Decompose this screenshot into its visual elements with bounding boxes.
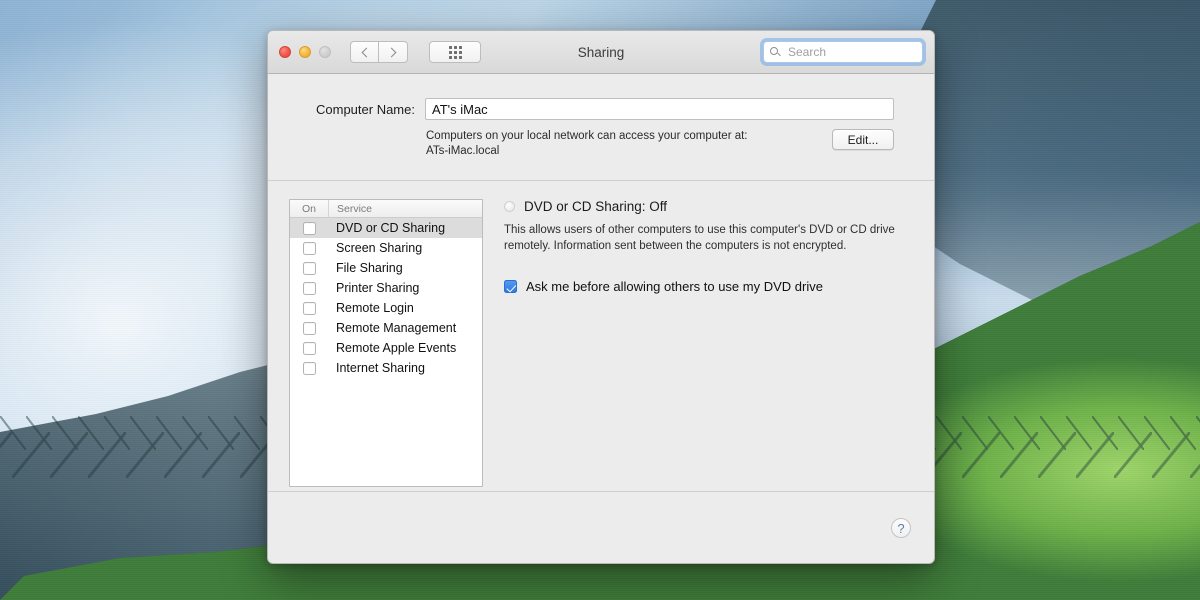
section-divider-bottom (268, 491, 934, 492)
service-name-label: Internet Sharing (328, 361, 425, 375)
search-container (763, 41, 923, 63)
chevron-left-icon (361, 47, 371, 57)
service-name-label: DVD or CD Sharing (328, 221, 445, 235)
service-name-label: File Sharing (328, 261, 403, 275)
forward-button[interactable] (379, 41, 408, 63)
status-off-indicator (504, 201, 515, 212)
hostname-row: Computers on your local network can acce… (268, 129, 934, 159)
traffic-light-group (279, 46, 331, 58)
service-row[interactable]: Screen Sharing (290, 238, 482, 258)
search-icon (770, 47, 781, 58)
service-row[interactable]: Remote Management (290, 318, 482, 338)
service-detail-header: DVD or CD Sharing: Off (504, 199, 910, 214)
hostname-description: Computers on your local network can acce… (426, 129, 822, 159)
ask-before-allowing-row[interactable]: Ask me before allowing others to use my … (504, 279, 910, 294)
zoom-button (319, 46, 331, 58)
navigation-button-group (350, 41, 408, 63)
service-enable-checkbox[interactable] (303, 222, 316, 235)
service-enable-checkbox[interactable] (303, 282, 316, 295)
grid-dots-icon (449, 46, 462, 59)
service-checkbox-cell (290, 322, 328, 335)
search-input[interactable] (786, 43, 906, 61)
column-header-on: On (290, 203, 328, 215)
window-titlebar[interactable]: Sharing (268, 31, 934, 74)
computer-name-input[interactable] (425, 98, 894, 120)
ask-before-allowing-label: Ask me before allowing others to use my … (526, 279, 823, 294)
service-enable-checkbox[interactable] (303, 302, 316, 315)
edit-button[interactable]: Edit... (832, 129, 894, 150)
service-list[interactable]: On Service DVD or CD Sharing Screen Shari… (289, 199, 483, 487)
service-checkbox-cell (290, 342, 328, 355)
ask-before-allowing-checkbox[interactable] (504, 280, 517, 293)
hostname-description-line1: Computers on your local network can acce… (426, 129, 822, 144)
service-detail-panel: DVD or CD Sharing: Off This allows users… (483, 199, 934, 487)
service-checkbox-cell (290, 222, 328, 235)
service-row[interactable]: File Sharing (290, 258, 482, 278)
service-enable-checkbox[interactable] (303, 242, 316, 255)
service-checkbox-cell (290, 262, 328, 275)
service-checkbox-cell (290, 362, 328, 375)
service-checkbox-cell (290, 242, 328, 255)
sharing-content-area: On Service DVD or CD Sharing Screen Shari… (268, 181, 934, 487)
service-row[interactable]: Internet Sharing (290, 358, 482, 378)
service-row[interactable]: Printer Sharing (290, 278, 482, 298)
service-enable-checkbox[interactable] (303, 342, 316, 355)
minimize-button[interactable] (299, 46, 311, 58)
computer-name-label: Computer Name: (316, 102, 415, 117)
service-detail-title: DVD or CD Sharing: Off (524, 199, 667, 214)
service-list-header: On Service (290, 200, 482, 218)
service-row[interactable]: Remote Apple Events (290, 338, 482, 358)
service-name-label: Screen Sharing (328, 241, 422, 255)
back-button[interactable] (350, 41, 379, 63)
service-row[interactable]: Remote Login (290, 298, 482, 318)
computer-name-section: Computer Name: Computers on your local n… (268, 74, 934, 181)
service-checkbox-cell (290, 302, 328, 315)
service-name-label: Remote Management (328, 321, 456, 335)
show-all-button[interactable] (429, 41, 481, 63)
service-row[interactable]: DVD or CD Sharing (290, 218, 482, 238)
hostname-value: ATs-iMac.local (426, 144, 822, 159)
help-button[interactable]: ? (891, 518, 911, 538)
service-enable-checkbox[interactable] (303, 262, 316, 275)
computer-name-row: Computer Name: (268, 98, 934, 120)
service-name-label: Remote Apple Events (328, 341, 456, 355)
service-name-label: Remote Login (328, 301, 414, 315)
service-name-label: Printer Sharing (328, 281, 419, 295)
service-checkbox-cell (290, 282, 328, 295)
service-detail-description: This allows users of other computers to … (504, 223, 910, 254)
close-button[interactable] (279, 46, 291, 58)
search-field[interactable] (763, 41, 923, 63)
column-header-service: Service (329, 203, 372, 215)
service-enable-checkbox[interactable] (303, 362, 316, 375)
service-rows-container: DVD or CD Sharing Screen Sharing File Shar… (290, 218, 482, 378)
service-enable-checkbox[interactable] (303, 322, 316, 335)
sharing-preferences-window: Sharing Computer Name: Computers on your… (267, 30, 935, 564)
chevron-right-icon (387, 47, 397, 57)
